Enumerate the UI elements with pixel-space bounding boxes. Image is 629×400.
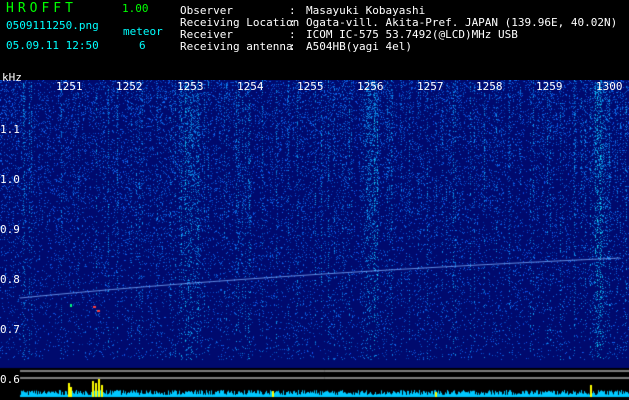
x-tick-label: 1251 bbox=[56, 80, 83, 93]
x-tick-label: 1300 bbox=[596, 80, 623, 93]
header-panel: HROFFT 1.00 0509111250.png 05.09.11 12:5… bbox=[0, 0, 629, 80]
y-tick-label: 0.8 bbox=[0, 273, 20, 286]
antenna-label: Receiving antenna bbox=[180, 40, 293, 53]
meteor-count-label: meteor bbox=[123, 25, 163, 38]
meteor-count: 6 bbox=[139, 39, 146, 52]
y-axis-unit: kHz bbox=[2, 71, 22, 84]
x-tick-label: 1254 bbox=[237, 80, 264, 93]
x-tick-label: 1253 bbox=[177, 80, 204, 93]
datetime: 05.09.11 12:50 bbox=[6, 39, 99, 52]
separator: : bbox=[289, 40, 296, 53]
spectrogram bbox=[0, 80, 629, 400]
app-title: HROFFT bbox=[6, 1, 77, 16]
y-tick-label: 0.7 bbox=[0, 323, 20, 336]
y-tick-label: 0.6 bbox=[0, 373, 20, 386]
filename: 0509111250.png bbox=[6, 19, 99, 32]
x-tick-label: 1257 bbox=[417, 80, 444, 93]
app-version: 1.00 bbox=[122, 2, 149, 15]
y-tick-label: 1.1 bbox=[0, 123, 20, 136]
y-tick-label: 0.9 bbox=[0, 223, 20, 236]
antenna-value: A504HB(yagi 4el) bbox=[306, 40, 412, 53]
x-tick-label: 1256 bbox=[357, 80, 384, 93]
x-tick-label: 1259 bbox=[536, 80, 563, 93]
x-tick-label: 1255 bbox=[297, 80, 324, 93]
x-tick-label: 1252 bbox=[116, 80, 143, 93]
x-tick-label: 1258 bbox=[476, 80, 503, 93]
y-tick-label: 1.0 bbox=[0, 173, 20, 186]
